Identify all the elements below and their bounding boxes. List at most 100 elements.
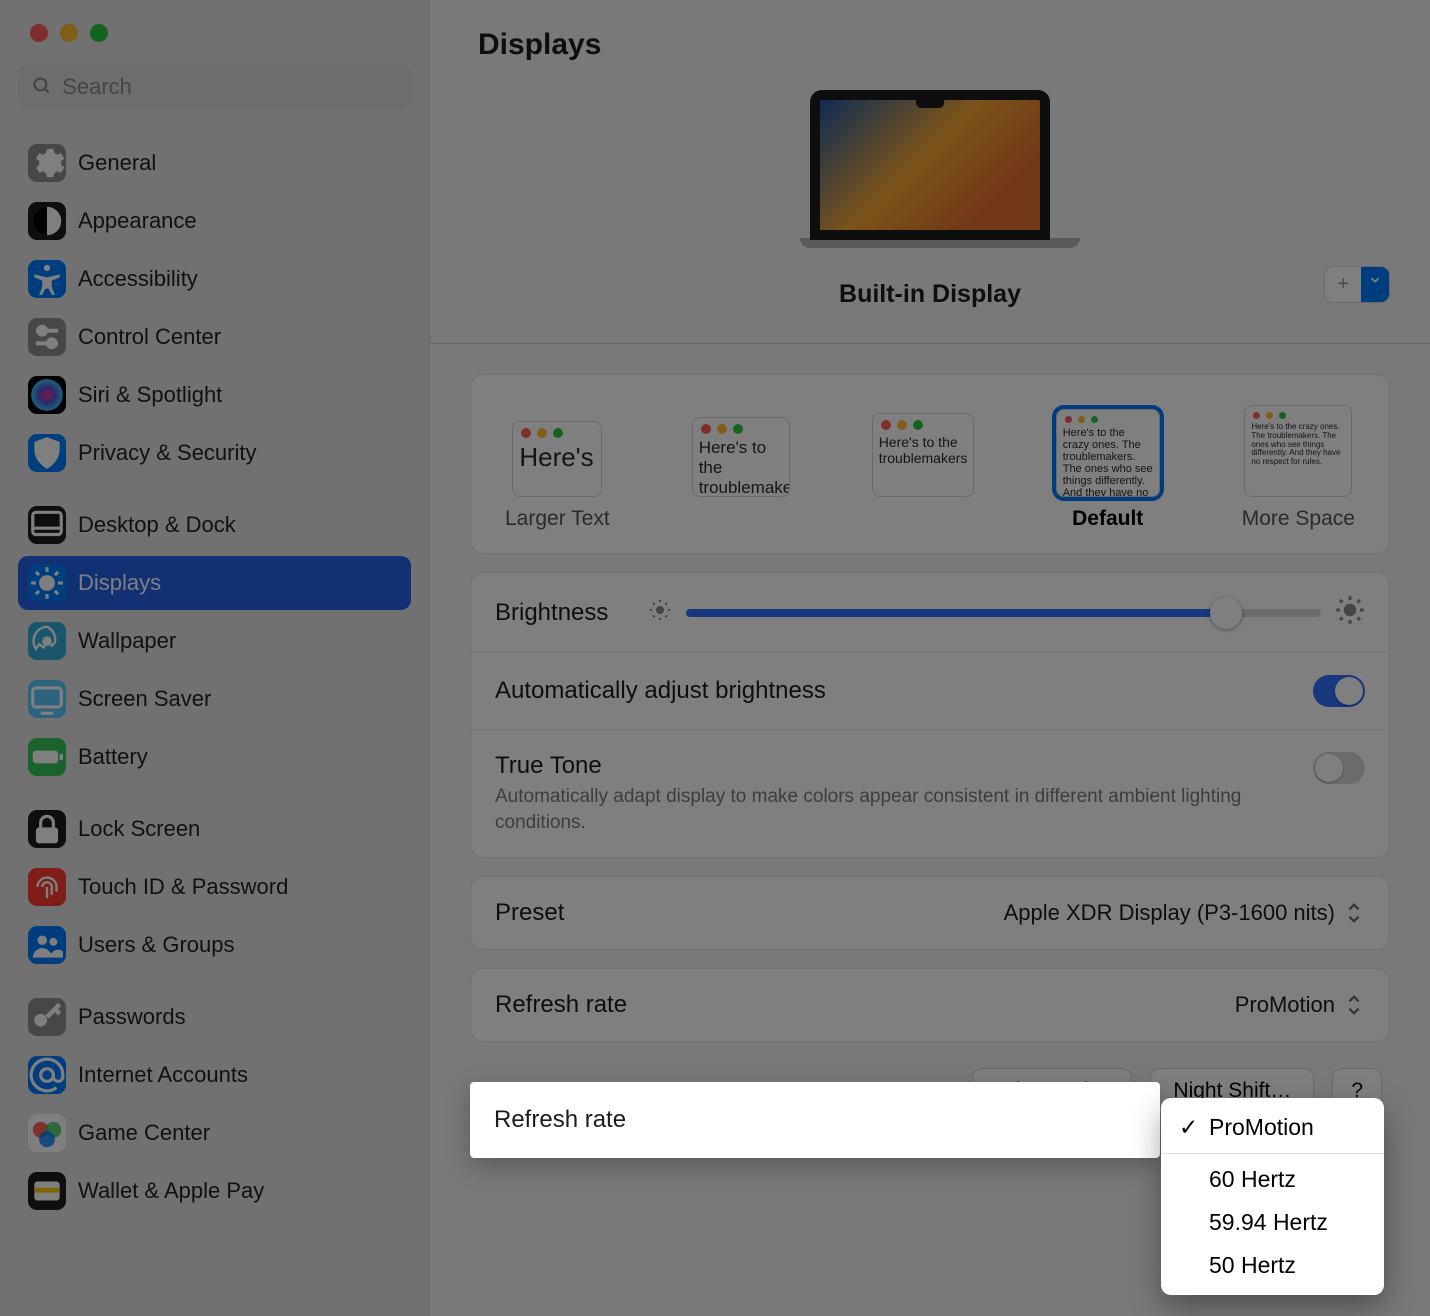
refresh-rate-label: Refresh rate <box>494 1106 626 1134</box>
sidebar-item-label: Internet Accounts <box>78 1062 248 1088</box>
sidebar-item-privacy-security[interactable]: Privacy & Security <box>18 426 411 480</box>
auto-brightness-toggle[interactable] <box>1313 675 1365 707</box>
brightness-thumb[interactable] <box>1210 597 1242 629</box>
preset-value: Apple XDR Display (P3-1600 nits) <box>1004 900 1335 926</box>
refresh-option-60-hertz[interactable]: 60 Hertz <box>1161 1158 1384 1201</box>
checkmark-icon: ✓ <box>1179 1114 1199 1141</box>
sidebar-item-siri-spotlight[interactable]: Siri & Spotlight <box>18 368 411 422</box>
preset-group: Preset Apple XDR Display (P3-1600 nits) <box>470 876 1390 950</box>
dock-icon <box>28 506 66 544</box>
brightness-slider[interactable] <box>648 595 1365 630</box>
display-name-label: Built-in Display <box>839 280 1021 309</box>
sidebar-item-label: Desktop & Dock <box>78 512 236 538</box>
page-title: Displays <box>478 28 1382 62</box>
sidebar-item-label: Control Center <box>78 324 221 350</box>
sidebar-item-wallpaper[interactable]: Wallpaper <box>18 614 411 668</box>
sidebar-item-general[interactable]: General <box>18 136 411 190</box>
sidebar-item-label: Passwords <box>78 1004 186 1030</box>
sidebar-item-label: Displays <box>78 570 161 596</box>
sidebar-item-appearance[interactable]: Appearance <box>18 194 411 248</box>
sidebar-item-label: Touch ID & Password <box>78 874 288 900</box>
display-thumbnail[interactable] <box>800 90 1060 258</box>
displays-icon <box>28 564 66 602</box>
sidebar-item-game-center[interactable]: Game Center <box>18 1106 411 1160</box>
resolution-more-label: More Space <box>1242 507 1355 531</box>
add-display-dropdown[interactable] <box>1361 267 1389 302</box>
refresh-option-label: 60 Hertz <box>1209 1166 1296 1193</box>
truetone-row: True Tone Automatically adapt display to… <box>471 729 1389 857</box>
wallet-icon <box>28 1172 66 1210</box>
sidebar-item-label: Wallpaper <box>78 628 176 654</box>
resolution-option-more-space[interactable]: Here's to the crazy ones. The troublemak… <box>1242 405 1355 531</box>
wallpaper-icon <box>28 622 66 660</box>
sidebar-item-accessibility[interactable]: Accessibility <box>18 252 411 306</box>
brightness-row: Brightness <box>471 573 1389 652</box>
key-icon <box>28 998 66 1036</box>
screensaver-icon <box>28 680 66 718</box>
sidebar-item-screen-saver[interactable]: Screen Saver <box>18 672 411 726</box>
close-window-button[interactable] <box>30 24 48 42</box>
gear-icon <box>28 144 66 182</box>
privacy-icon <box>28 434 66 472</box>
siri-icon <box>28 376 66 414</box>
sidebar-item-lock-screen[interactable]: Lock Screen <box>18 802 411 856</box>
sidebar-item-desktop-dock[interactable]: Desktop & Dock <box>18 498 411 552</box>
sidebar-item-users-groups[interactable]: Users & Groups <box>18 918 411 972</box>
brightness-label: Brightness <box>495 599 608 627</box>
truetone-description: Automatically adapt display to make colo… <box>495 784 1255 835</box>
sidebar-item-label: General <box>78 150 156 176</box>
resolution-option-largest[interactable]: Here's Larger Text <box>505 421 610 531</box>
search-field[interactable] <box>18 64 411 110</box>
sidebar-item-label: Screen Saver <box>78 686 211 712</box>
refresh-option-label: 59.94 Hertz <box>1209 1209 1328 1236</box>
auto-brightness-row: Automatically adjust brightness <box>471 652 1389 729</box>
sun-big-icon <box>1335 595 1365 630</box>
refresh-rate-dropdown: ✓ProMotion 60 Hertz 59.94 Hertz 50 Hertz <box>1161 1098 1384 1295</box>
sun-small-icon <box>648 598 672 627</box>
refresh-option-59.94-hertz[interactable]: 59.94 Hertz <box>1161 1201 1384 1244</box>
truetone-label: True Tone <box>495 752 1255 780</box>
sidebar-item-label: Battery <box>78 744 148 770</box>
sidebar: General Appearance Accessibility Control Ce… <box>0 0 430 1316</box>
sidebar-item-label: Lock Screen <box>78 816 200 842</box>
sidebar-item-battery[interactable]: Battery <box>18 730 411 784</box>
sidebar-item-label: Privacy & Security <box>78 440 257 466</box>
sidebar-item-wallet-apple-pay[interactable]: Wallet & Apple Pay <box>18 1164 411 1218</box>
display-hero: Built-in Display + <box>430 72 1430 343</box>
refresh-option-label: 50 Hertz <box>1209 1252 1296 1279</box>
sidebar-item-label: Appearance <box>78 208 197 234</box>
refresh-option-promotion[interactable]: ✓ProMotion <box>1161 1106 1384 1149</box>
resolution-option-default[interactable]: Here's to the crazy ones. The troublemak… <box>1056 409 1160 531</box>
resolution-selector: Here's Larger Text Here's to the trouble… <box>470 374 1390 554</box>
sidebar-item-passwords[interactable]: Passwords <box>18 990 411 1044</box>
resolution-option-2[interactable]: Here's to the troublemakers <box>692 417 790 531</box>
sidebar-item-touch-id-password[interactable]: Touch ID & Password <box>18 860 411 914</box>
fullscreen-window-button[interactable] <box>90 24 108 42</box>
at-icon <box>28 1056 66 1094</box>
minimize-window-button[interactable] <box>60 24 78 42</box>
truetone-toggle[interactable] <box>1313 752 1365 784</box>
refresh-row-bg: Refresh rate ProMotion <box>471 969 1389 1041</box>
sidebar-item-label: Accessibility <box>78 266 198 292</box>
search-input[interactable] <box>62 74 397 100</box>
sidebar-item-internet-accounts[interactable]: Internet Accounts <box>18 1048 411 1102</box>
add-display-button-group: + <box>1324 266 1390 303</box>
sidebar-item-label: Siri & Spotlight <box>78 382 222 408</box>
auto-brightness-label: Automatically adjust brightness <box>495 677 826 705</box>
window-controls <box>0 0 429 42</box>
lock-icon <box>28 810 66 848</box>
preset-select[interactable]: Apple XDR Display (P3-1600 nits) <box>1004 900 1365 926</box>
gamecenter-icon <box>28 1114 66 1152</box>
resolution-default-label: Default <box>1072 507 1143 531</box>
sidebar-item-label: Game Center <box>78 1120 210 1146</box>
sidebar-item-displays[interactable]: Displays <box>18 556 411 610</box>
refresh-rate-row-highlight: Refresh rate <box>470 1082 1160 1158</box>
refresh-group-bg: Refresh rate ProMotion <box>470 968 1390 1042</box>
add-display-button[interactable]: + <box>1325 267 1361 302</box>
resolution-option-3[interactable]: Here's to the troublemakers <box>872 413 974 531</box>
search-icon <box>32 76 52 98</box>
preset-label: Preset <box>495 899 564 927</box>
accessibility-icon <box>28 260 66 298</box>
sidebar-item-control-center[interactable]: Control Center <box>18 310 411 364</box>
refresh-option-50-hertz[interactable]: 50 Hertz <box>1161 1244 1384 1287</box>
